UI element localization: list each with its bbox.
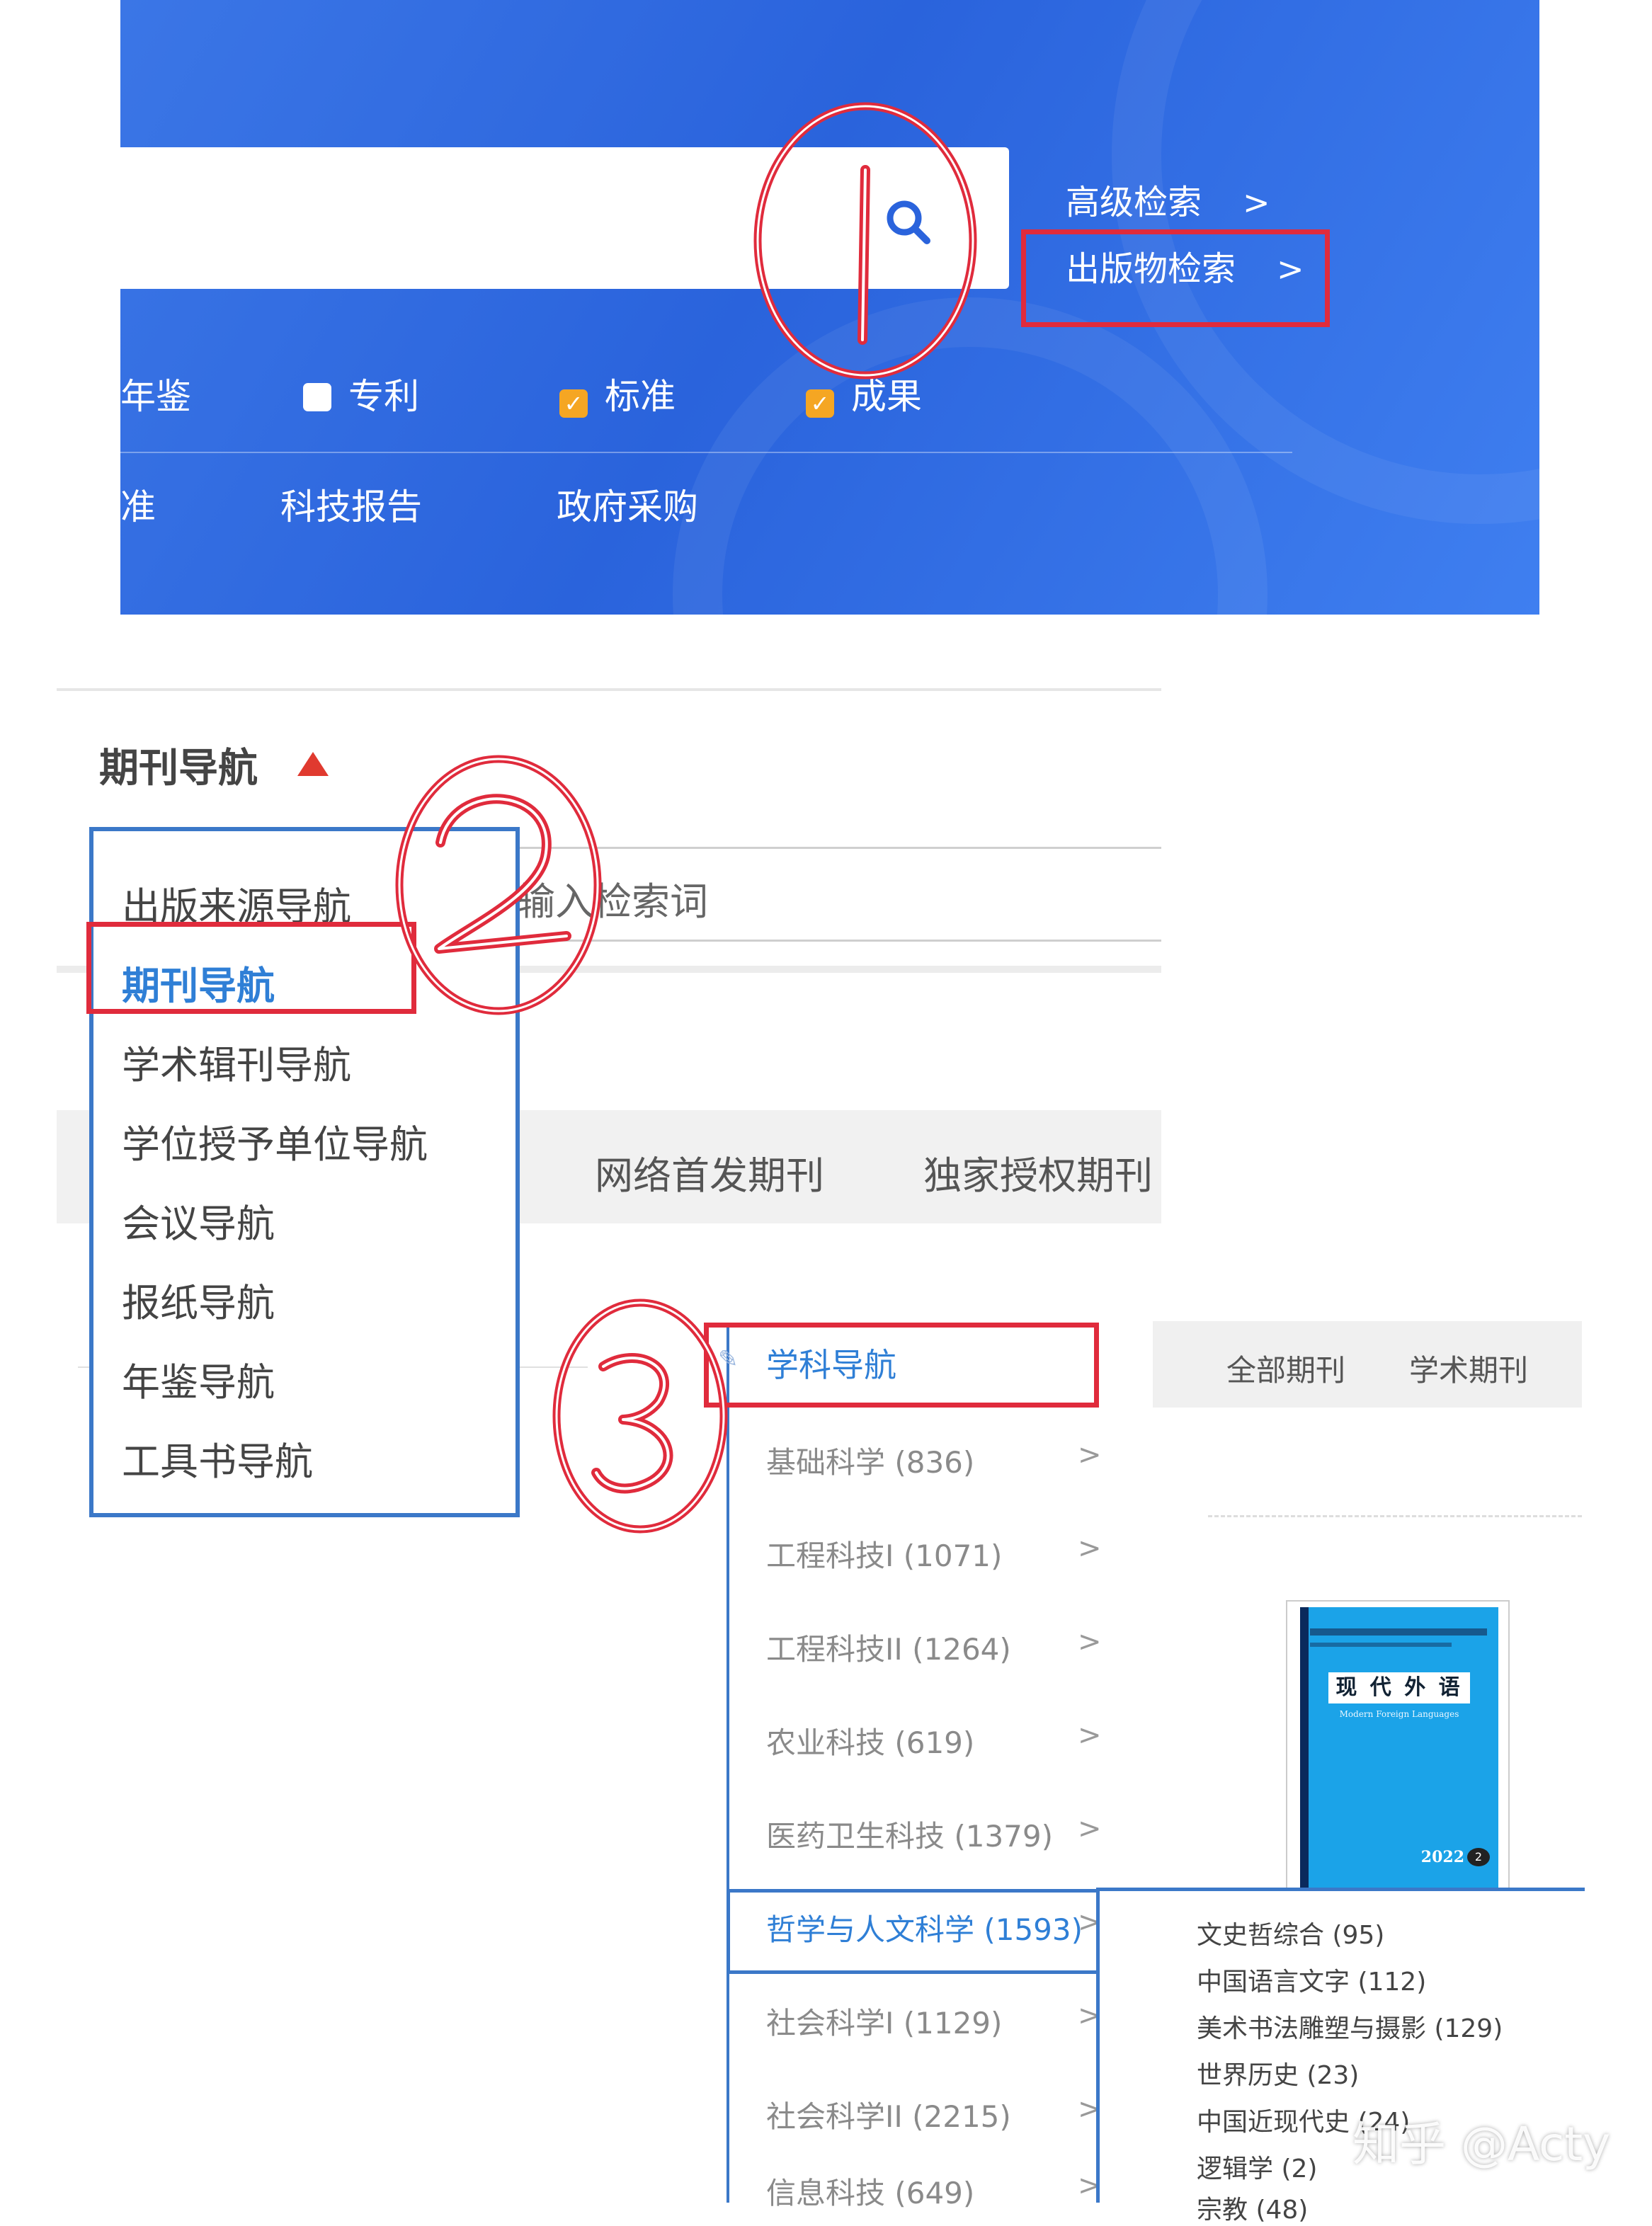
annotation-label-1: 1 [0, 0, 7, 3]
annotation-circle-3 [552, 1298, 728, 1534]
annotation-circle-2 [395, 755, 602, 1015]
annotation-layer: 1 2 3 [0, 0, 977, 1534]
annotation-circle-1 [753, 102, 977, 379]
watermark: 知乎 @Acty [1352, 2117, 1611, 2171]
annotation-label-3: 3 [0, 0, 7, 3]
annotation-label-2: 2 [0, 0, 7, 3]
